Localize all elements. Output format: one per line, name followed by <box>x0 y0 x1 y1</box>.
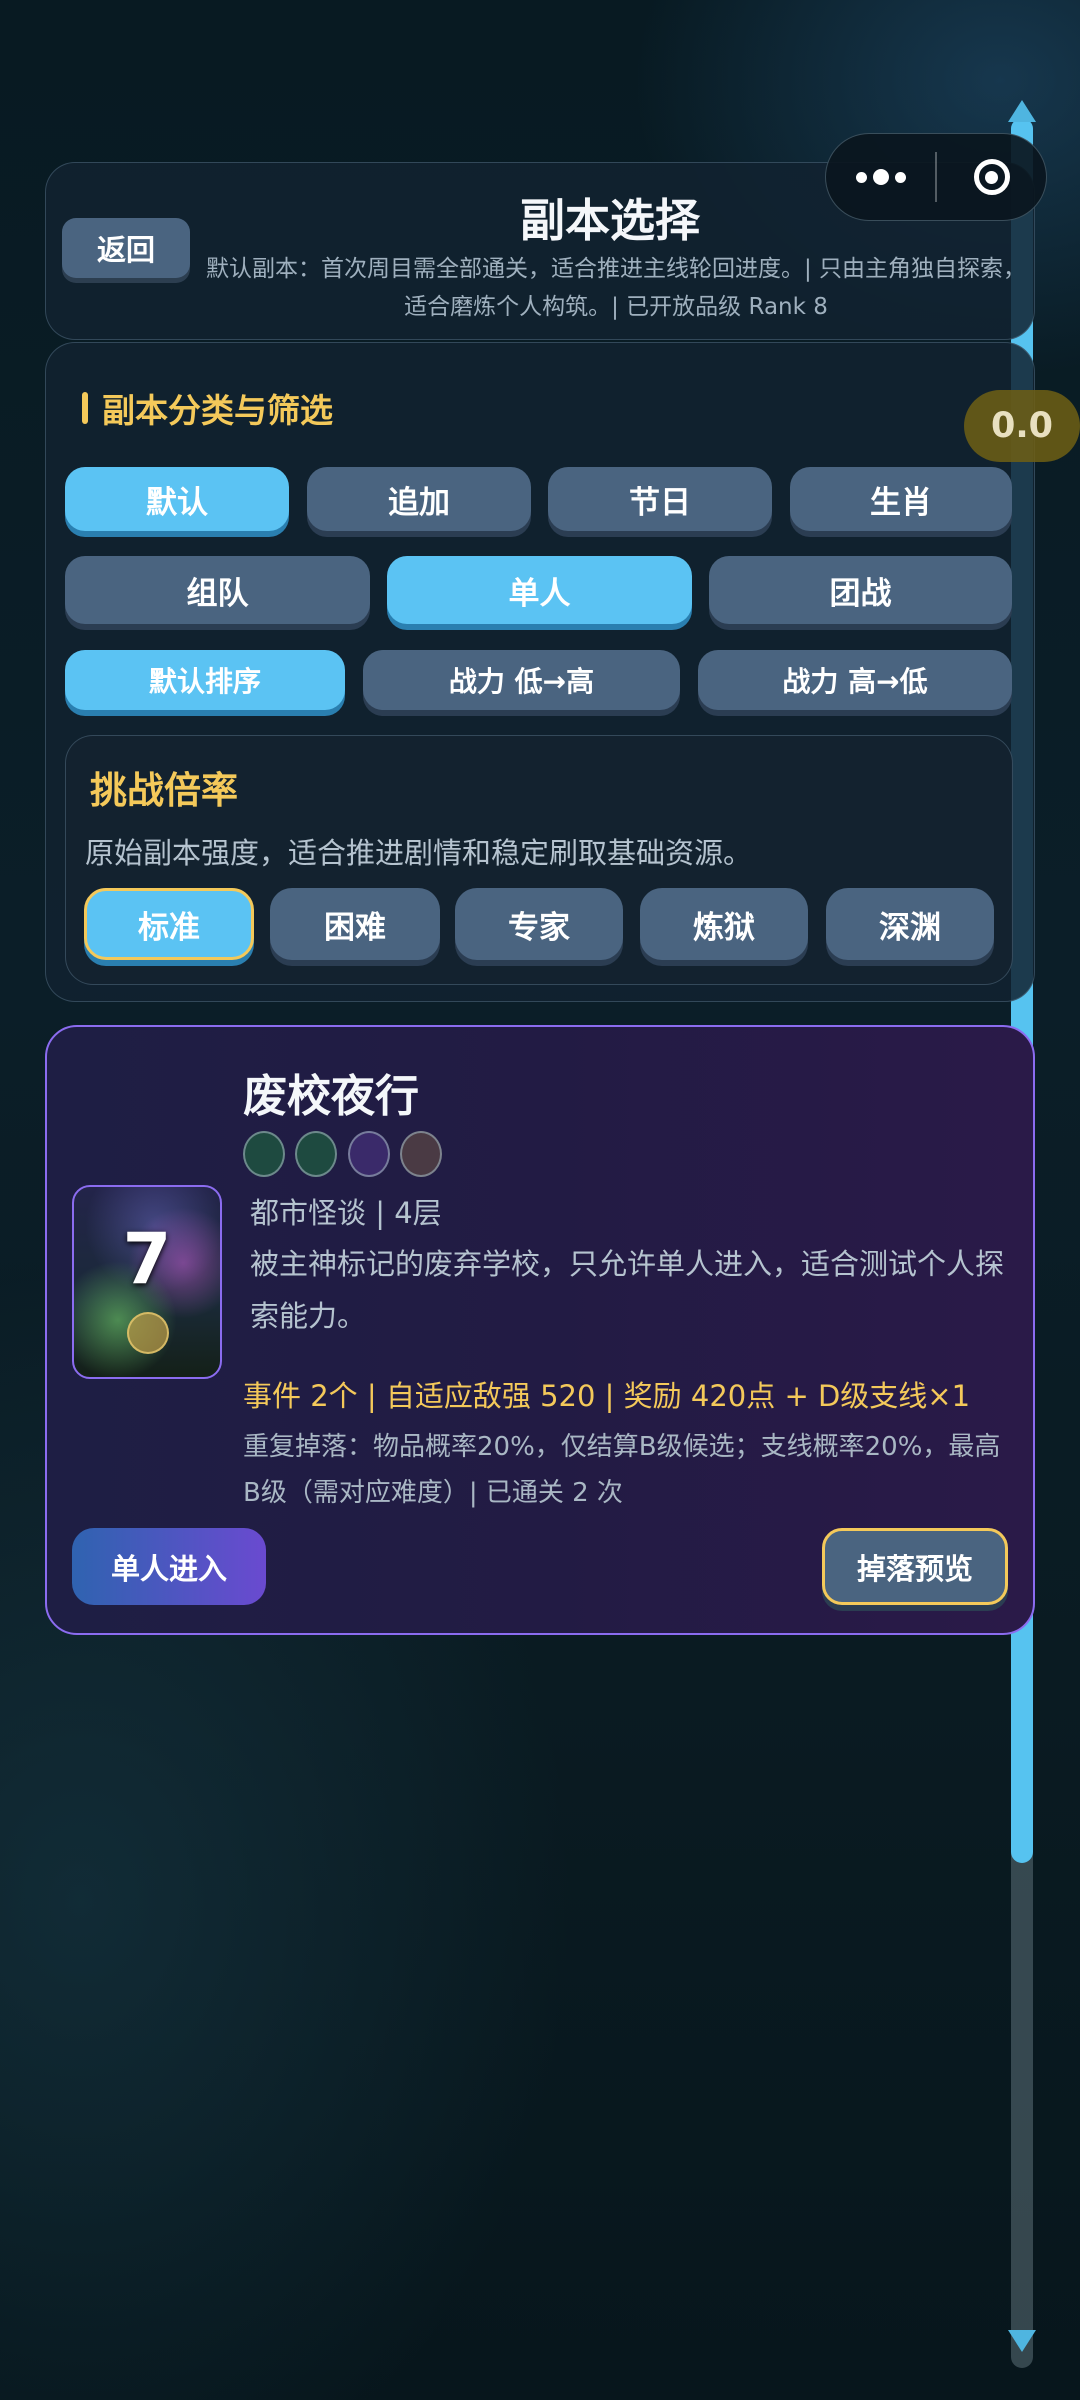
difficulty-chip-purgatory[interactable]: 炼狱 <box>640 888 808 960</box>
back-button[interactable]: 返回 <box>62 218 190 278</box>
dungeon-drop-info: 重复掉落：物品概率20%，仅结算B级候选；支线概率20%，最高B级（需对应难度）… <box>243 1432 1001 1508</box>
category-chip-zodiac[interactable]: 生肖 <box>790 467 1012 531</box>
tag-dot-icon <box>243 1131 285 1177</box>
difficulty-title: 挑战倍率 <box>90 769 238 812</box>
dungeon-thumbnail-number: 7 <box>122 1218 172 1300</box>
category-chip-festival[interactable]: 节日 <box>548 467 772 531</box>
tag-dot-icon <box>295 1131 337 1177</box>
section-title: 副本分类与筛选 <box>82 384 333 432</box>
tag-dot-icon <box>348 1131 390 1177</box>
difficulty-desc: 原始副本强度，适合推进剧情和稳定刷取基础资源。 <box>85 836 753 870</box>
scroll-up-arrow-icon[interactable] <box>1008 100 1036 122</box>
sort-chip-power-asc[interactable]: 战力 低→高 <box>363 650 680 710</box>
close-target-icon[interactable] <box>937 159 1046 195</box>
solo-enter-button[interactable]: 单人进入 <box>72 1528 266 1605</box>
scroll-down-arrow-icon[interactable] <box>1008 2330 1036 2352</box>
scroll-position-badge: 0.0 <box>964 390 1080 462</box>
sort-chip-default[interactable]: 默认排序 <box>65 650 345 710</box>
difficulty-chip-abyss[interactable]: 深渊 <box>826 888 994 960</box>
tag-dot-icon <box>400 1131 442 1177</box>
more-icon[interactable] <box>826 169 935 185</box>
difficulty-chip-expert[interactable]: 专家 <box>455 888 623 960</box>
mode-chip-solo[interactable]: 单人 <box>387 556 692 624</box>
mode-chip-raid[interactable]: 团战 <box>709 556 1012 624</box>
section-title-label: 副本分类与筛选 <box>102 391 333 430</box>
page-subtitle: 默认副本：首次周目需全部通关，适合推进主线轮回进度。| 只由主角独自探索，适合磨… <box>205 256 1027 320</box>
mode-chip-team[interactable]: 组队 <box>65 556 370 624</box>
section-bar-icon <box>82 392 88 424</box>
page-title: 副本选择 <box>519 194 700 247</box>
dungeon-name: 废校夜行 <box>243 1071 419 1122</box>
miniprogram-capsule <box>825 133 1047 221</box>
category-chip-extra[interactable]: 追加 <box>307 467 531 531</box>
category-chip-default[interactable]: 默认 <box>65 467 289 531</box>
difficulty-chip-standard[interactable]: 标准 <box>84 888 254 960</box>
coin-icon <box>127 1312 169 1354</box>
sort-chip-power-desc[interactable]: 战力 高→低 <box>698 650 1012 710</box>
dungeon-stats: 事件 2个 | 自适应敌强 520 | 奖励 420点 + D级支线×1 <box>243 1379 971 1413</box>
dungeon-meta: 都市怪谈 | 4层 <box>250 1196 442 1230</box>
difficulty-chip-hard[interactable]: 困难 <box>270 888 440 960</box>
dungeon-desc: 被主神标记的废弃学校，只允许单人进入，适合测试个人探索能力。 <box>250 1247 1005 1333</box>
drop-preview-button[interactable]: 掉落预览 <box>822 1528 1008 1605</box>
